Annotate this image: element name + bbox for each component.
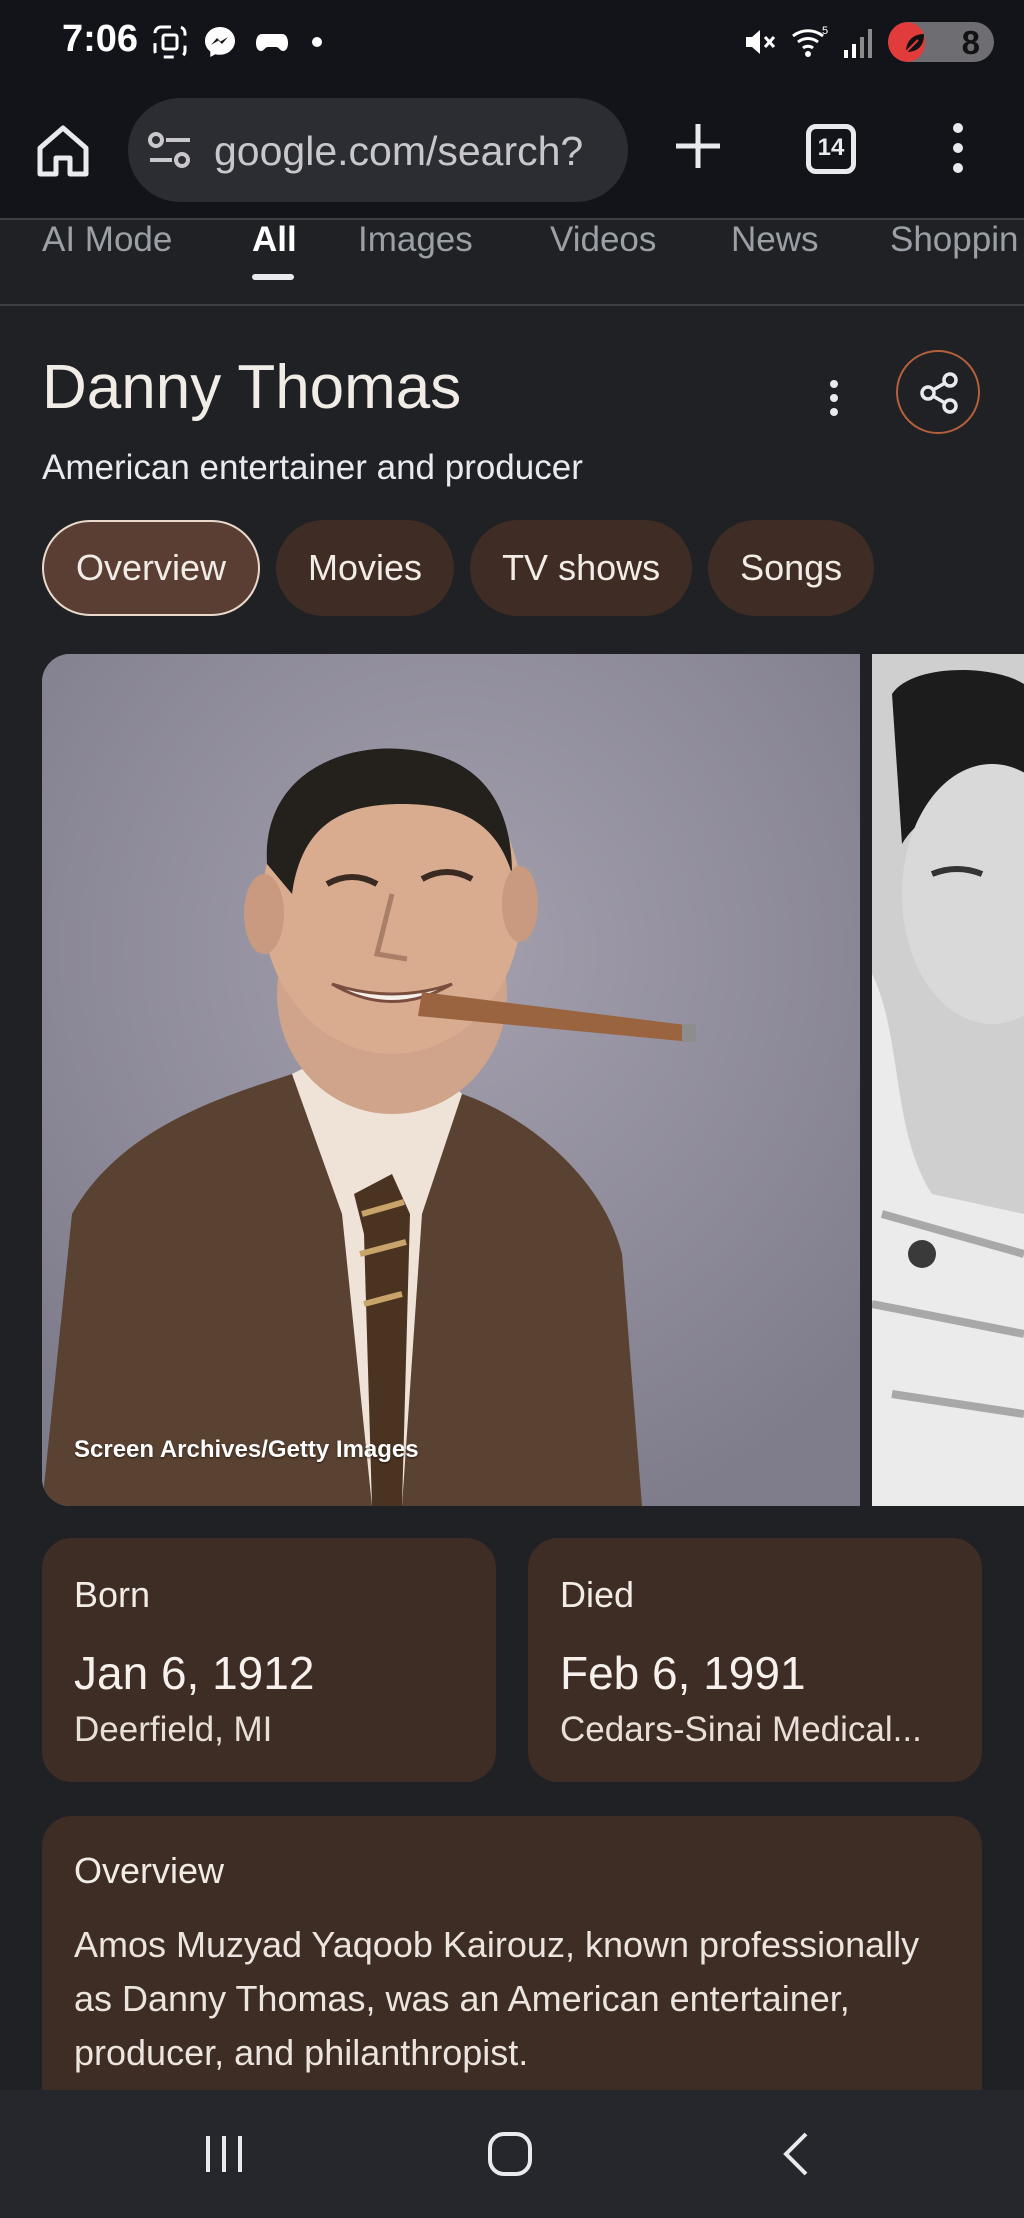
tab-all[interactable]: All [252, 220, 297, 260]
born-card[interactable]: Born Jan 6, 1912 Deerfield, MI [42, 1538, 496, 1782]
gaming-icon [256, 34, 288, 51]
tab-news[interactable]: News [731, 220, 819, 260]
active-tab-indicator [252, 274, 294, 280]
entity-subtitle: American entertainer and producer [42, 448, 583, 487]
new-tab-icon[interactable] [672, 120, 724, 172]
url-bar[interactable]: google.com/search? [128, 98, 628, 202]
system-nav-bar [0, 2090, 1024, 2218]
messenger-icon [205, 27, 235, 57]
status-time: 7:06 [62, 18, 139, 60]
svg-text:5: 5 [822, 25, 828, 37]
status-icons-right: 5 8 [742, 22, 994, 62]
notification-dot-icon [312, 37, 322, 47]
back-icon[interactable] [768, 2124, 828, 2184]
status-bar: 7:06 5 8 [0, 0, 1024, 84]
chip-tv-shows[interactable]: TV shows [470, 520, 693, 616]
born-place: Deerfield, MI [74, 1710, 273, 1749]
image-credit: Screen Archives/Getty Images [74, 1436, 419, 1463]
chip-songs[interactable]: Songs [708, 520, 875, 616]
entity-title: Danny Thomas [42, 353, 462, 422]
home-nav-icon[interactable] [480, 2124, 540, 2184]
battery-indicator: 8 [888, 22, 994, 62]
born-label: Born [74, 1574, 151, 1615]
panel-more-icon[interactable] [826, 378, 842, 418]
chip-overview[interactable]: Overview [42, 520, 261, 616]
died-label: Died [560, 1574, 635, 1615]
tab-count: 14 [817, 134, 845, 161]
died-card[interactable]: Died Feb 6, 1991 Cedars-Sinai Medical... [528, 1538, 982, 1782]
tab-switcher-button[interactable]: 14 [806, 124, 856, 174]
died-place: Cedars-Sinai Medical... [560, 1710, 922, 1749]
chip-movies[interactable]: Movies [276, 520, 455, 616]
tab-shopping[interactable]: Shoppin [890, 220, 1018, 260]
wifi-icon: 5 [792, 25, 828, 57]
born-date: Jan 6, 1912 [74, 1647, 315, 1699]
status-icons-left [152, 24, 322, 60]
tab-ai-mode[interactable]: AI Mode [42, 220, 172, 260]
topic-chips: Overview Movies TV shows Songs [42, 520, 875, 616]
search-tabs: AI Mode All Images Videos News Shoppin [0, 218, 1024, 306]
overview-title: Overview [74, 1850, 225, 1891]
screenshot-icon [153, 25, 187, 59]
share-icon [920, 372, 958, 414]
tab-images[interactable]: Images [358, 220, 473, 260]
site-settings-icon[interactable] [148, 130, 192, 170]
entity-photo-second[interactable] [872, 654, 1024, 1506]
signal-icon [844, 29, 872, 58]
url-text[interactable]: google.com/search? [214, 128, 583, 175]
portrait-photo-bw [872, 654, 1024, 1506]
entity-photo-main[interactable]: Screen Archives/Getty Images [42, 654, 860, 1506]
mute-icon [746, 30, 776, 54]
overview-text: Amos Muzyad Yaqoob Kairouz, known profes… [74, 1924, 920, 2073]
more-options-icon[interactable] [948, 120, 968, 176]
tab-videos[interactable]: Videos [550, 220, 656, 260]
power-saving-icon [905, 34, 924, 53]
share-button[interactable] [896, 350, 980, 434]
portrait-photo [42, 654, 860, 1506]
home-icon[interactable] [34, 122, 92, 180]
battery-level: 8 [961, 24, 980, 61]
recent-apps-icon[interactable] [194, 2124, 254, 2184]
browser-toolbar: google.com/search? 14 [0, 84, 1024, 224]
died-date: Feb 6, 1991 [560, 1647, 806, 1699]
